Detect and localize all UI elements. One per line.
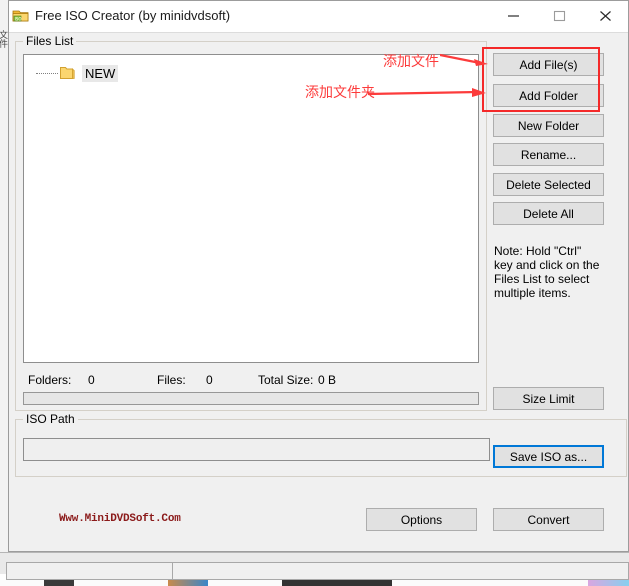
thumbnail-item: [588, 580, 629, 586]
thumbnail-item: [168, 580, 208, 586]
add-folder-button[interactable]: Add Folder: [493, 84, 604, 107]
delete-all-button[interactable]: Delete All: [493, 202, 604, 225]
svg-text:ISO: ISO: [15, 16, 22, 21]
annotation-add-file-text: 添加文件: [383, 54, 439, 70]
delete-selected-button[interactable]: Delete Selected: [493, 173, 604, 196]
close-icon: [599, 11, 611, 21]
files-count-label: Files:: [157, 373, 186, 387]
taskbar-cell-left[interactable]: [6, 562, 172, 580]
background-window-edge-text: 文件: [0, 30, 8, 48]
thumbnail-strip: [0, 580, 629, 586]
folders-count-value: 0: [88, 373, 95, 387]
annotation-add-folder-text: 添加文件夹: [305, 85, 375, 101]
folder-icon: [60, 66, 76, 80]
thumbnail-item: [44, 580, 74, 586]
rename-button[interactable]: Rename...: [493, 143, 604, 166]
iso-path-group-label: ISO Path: [23, 412, 78, 426]
title-bar: ISO Free ISO Creator (by minidvdsoft): [9, 1, 628, 33]
thumbnail-item: [282, 580, 392, 586]
background-window-sliver[interactable]: 文件: [0, 0, 9, 568]
maximize-button[interactable]: [536, 1, 582, 31]
save-iso-as-button[interactable]: Save ISO as...: [493, 445, 604, 468]
size-limit-button[interactable]: Size Limit: [493, 387, 604, 410]
progress-bar: [23, 392, 479, 405]
total-size-label: Total Size:: [258, 373, 314, 387]
window-title: Free ISO Creator (by minidvdsoft): [35, 8, 231, 23]
close-button[interactable]: [582, 1, 628, 31]
website-label: Www.MiniDVDSoft.Com: [59, 513, 181, 525]
files-count-value: 0: [206, 373, 213, 387]
files-list-group-label: Files List: [23, 34, 77, 48]
minimize-button[interactable]: [490, 1, 536, 31]
app-folder-icon: ISO: [12, 8, 29, 24]
maximize-icon: [553, 10, 565, 22]
files-list-group: Files List NEW Folders: 0 Files: 0 Total…: [15, 34, 487, 411]
tree-connector-line: [36, 72, 58, 75]
total-size-value: 0 B: [318, 373, 337, 387]
minimize-icon: [507, 15, 519, 17]
new-folder-button[interactable]: New Folder: [493, 114, 604, 137]
taskbar-cell-right[interactable]: [172, 562, 629, 580]
add-files-button[interactable]: Add File(s): [493, 53, 604, 76]
taskbar-strip: [0, 562, 629, 580]
iso-path-input[interactable]: [23, 438, 490, 461]
tree-item-label: NEW: [82, 64, 119, 82]
files-tree-view[interactable]: NEW: [23, 54, 479, 363]
folders-count-label: Folders:: [28, 373, 72, 387]
options-button[interactable]: Options: [366, 508, 477, 531]
convert-button[interactable]: Convert: [493, 508, 604, 531]
ctrl-hint-note: Note: Hold "Ctrl" key and click on the F…: [494, 244, 600, 300]
